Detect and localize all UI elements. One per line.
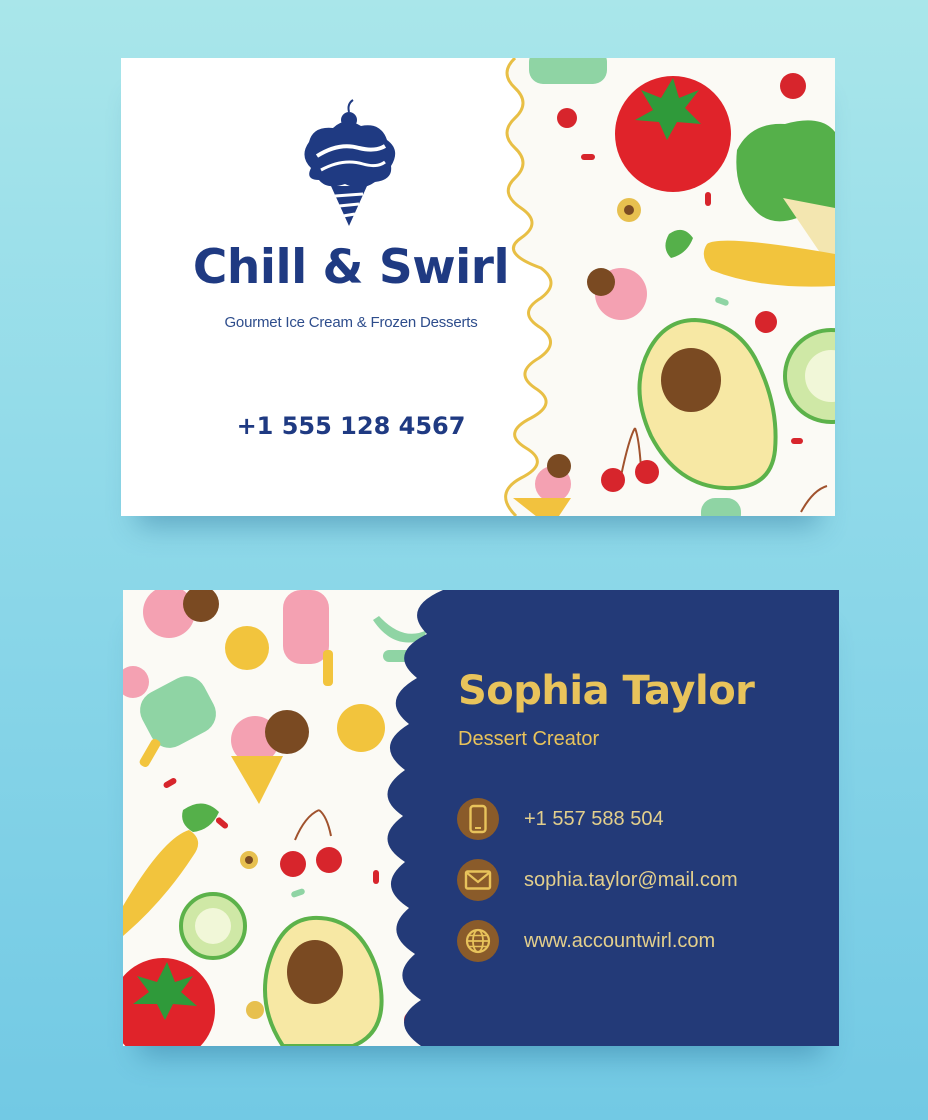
contact-website-text: www.accountwirl.com bbox=[524, 929, 716, 952]
contact-website[interactable]: www.accountwirl.com bbox=[456, 919, 715, 963]
brand-name: Chill & Swirl bbox=[192, 240, 510, 295]
person-role: Dessert Creator bbox=[458, 728, 600, 750]
front-phone-number: +1 555 128 4567 bbox=[236, 412, 466, 440]
contact-phone[interactable]: +1 557 588 504 bbox=[456, 797, 664, 841]
mail-icon bbox=[457, 859, 499, 901]
contact-email[interactable]: sophia.taylor@mail.com bbox=[456, 858, 738, 902]
phone-icon bbox=[457, 798, 499, 840]
contact-phone-text: +1 557 588 504 bbox=[524, 807, 664, 830]
business-card-back: Sophia Taylor Dessert Creator +1 557 588… bbox=[123, 590, 839, 1046]
ice-cream-cone-icon bbox=[304, 99, 396, 226]
business-card-front: Chill & Swirl Gourmet Ice Cream & Frozen… bbox=[121, 58, 835, 516]
person-name: Sophia Taylor bbox=[458, 668, 755, 714]
globe-icon bbox=[457, 920, 499, 962]
brand-tagline: Gourmet Ice Cream & Frozen Desserts bbox=[224, 314, 478, 331]
contact-email-text: sophia.taylor@mail.com bbox=[524, 868, 738, 891]
